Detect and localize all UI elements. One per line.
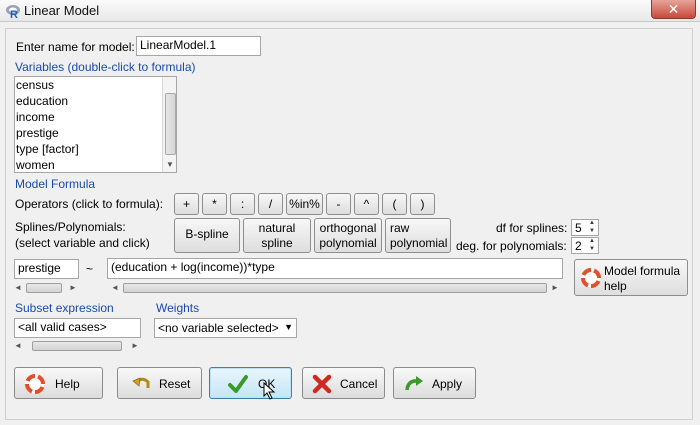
close-button[interactable]: ✕ [651,0,696,19]
title-bar: R Linear Model ✕ [0,0,700,22]
deg-polynomials-label: deg. for polynomials: [456,239,567,253]
model-formula-help-label-2: help [604,279,627,293]
list-item[interactable]: prestige [15,125,176,141]
b-spline-label: B-spline [185,227,229,241]
mouse-cursor-icon [263,382,276,400]
lifebuoy-icon [581,268,601,288]
undo-arrow-icon [132,377,150,388]
cancel-button-label: Cancel [340,377,378,391]
help-button-label: Help [55,377,80,391]
operator-plus-button[interactable]: + [174,193,199,215]
weights-value: <no variable selected> [158,321,279,335]
rhs-scrollbar[interactable]: ◄ ► [107,281,563,295]
weights-dropdown[interactable]: <no variable selected> ▼ [154,318,297,338]
spin-up-icon[interactable]: ▲ [587,238,597,245]
scroll-left-arrow-icon[interactable]: ◄ [14,341,22,351]
scrollbar-thumb[interactable] [165,93,176,155]
ok-button[interactable]: OK [209,367,292,400]
operator-times-button[interactable]: * [202,193,227,215]
subset-expression-input[interactable]: <all valid cases> [14,318,141,338]
operator-open-paren-button[interactable]: ( [382,193,407,215]
model-formula-header: Model Formula [15,177,96,191]
subset-header: Subset expression [15,301,114,315]
variables-scrollbar[interactable]: ▼ [162,77,176,172]
r-logo-icon: R [6,5,20,19]
scroll-right-arrow-icon[interactable]: ► [69,283,77,293]
formula-rhs-input[interactable]: (education + log(income))*type [107,258,563,279]
list-item[interactable]: census [15,77,176,93]
deg-polynomials-spinbox[interactable]: 2 ▲ ▼ [571,237,599,254]
model-formula-help-button[interactable]: Model formula help [574,259,688,296]
list-item[interactable]: women [15,157,176,172]
checkmark-icon [228,375,248,393]
variables-listbox[interactable]: census education income prestige type [f… [14,76,177,173]
list-item[interactable]: income [15,109,176,125]
operator-divide-button[interactable]: / [258,193,283,215]
scroll-right-arrow-icon[interactable]: ► [131,341,139,351]
raw-polynomial-button[interactable]: raw polynomial [385,218,451,253]
weights-header: Weights [156,301,200,315]
window-title: Linear Model [24,3,100,18]
scroll-down-arrow-icon[interactable]: ▼ [166,160,174,170]
deg-polynomials-value: 2 [575,239,582,253]
orthogonal-polynomial-button[interactable]: orthogonal polynomial [314,218,382,253]
spin-down-icon[interactable]: ▼ [587,228,597,235]
b-spline-button[interactable]: B-spline [174,218,240,253]
operator-power-button[interactable]: ^ [354,193,379,215]
df-splines-spinbox[interactable]: 5 ▲ ▼ [571,219,599,236]
df-splines-value: 5 [575,221,582,235]
green-redo-arrow-icon [405,376,423,391]
apply-button-label: Apply [432,377,463,391]
scrollbar-thumb[interactable] [123,283,547,293]
chevron-down-icon: ▼ [284,322,293,332]
tilde-label: ~ [86,262,94,276]
natural-spline-label-2: spline [261,236,293,250]
apply-button[interactable]: Apply [393,367,476,399]
operator-close-paren-button[interactable]: ) [410,193,435,215]
operators-label: Operators (click to formula): [15,197,164,211]
formula-lhs-input[interactable]: prestige [14,259,79,279]
help-button[interactable]: Help [14,367,103,399]
operator-in-button[interactable]: %in% [286,193,323,215]
variables-header: Variables (double-click to formula) [15,60,196,74]
model-name-input[interactable]: LinearModel.1 [136,36,261,56]
scroll-left-arrow-icon[interactable]: ◄ [14,283,22,293]
subset-scrollbar[interactable]: ◄ ► [14,339,141,353]
orthogonal-polynomial-label-1: orthogonal [319,221,377,235]
model-formula-help-label-1: Model formula [604,264,681,278]
raw-polynomial-label-2: polynomial [390,236,448,250]
scroll-left-arrow-icon[interactable]: ◄ [111,283,119,293]
spin-up-icon[interactable]: ▲ [587,220,597,227]
dialog-body: Enter name for model: LinearModel.1 Vari… [5,28,693,420]
model-name-label: Enter name for model: [16,40,135,54]
spin-down-icon[interactable]: ▼ [587,246,597,253]
scrollbar-thumb[interactable] [26,283,62,293]
df-splines-label: df for splines: [496,221,568,235]
svg-text:R: R [10,9,18,19]
reset-button[interactable]: Reset [117,367,202,399]
splines-label: Splines/Polynomials: [15,220,126,234]
lhs-scrollbar[interactable]: ◄ ► [14,281,79,295]
operator-colon-button[interactable]: : [230,193,255,215]
lifebuoy-icon [25,374,45,394]
scroll-right-arrow-icon[interactable]: ► [551,283,559,293]
scrollbar-thumb[interactable] [32,341,122,351]
cancel-button[interactable]: Cancel [302,367,385,399]
list-item[interactable]: education [15,93,176,109]
list-item[interactable]: type [factor] [15,141,176,157]
splines-sublabel: (select variable and click) [15,236,150,250]
reset-button-label: Reset [159,377,191,391]
operator-minus-button[interactable]: - [326,193,351,215]
red-x-icon [312,374,332,394]
orthogonal-polynomial-label-2: polynomial [319,236,377,250]
natural-spline-button[interactable]: natural spline [243,218,311,253]
raw-polynomial-label-1: raw [390,221,410,235]
natural-spline-label-1: natural [258,221,296,235]
